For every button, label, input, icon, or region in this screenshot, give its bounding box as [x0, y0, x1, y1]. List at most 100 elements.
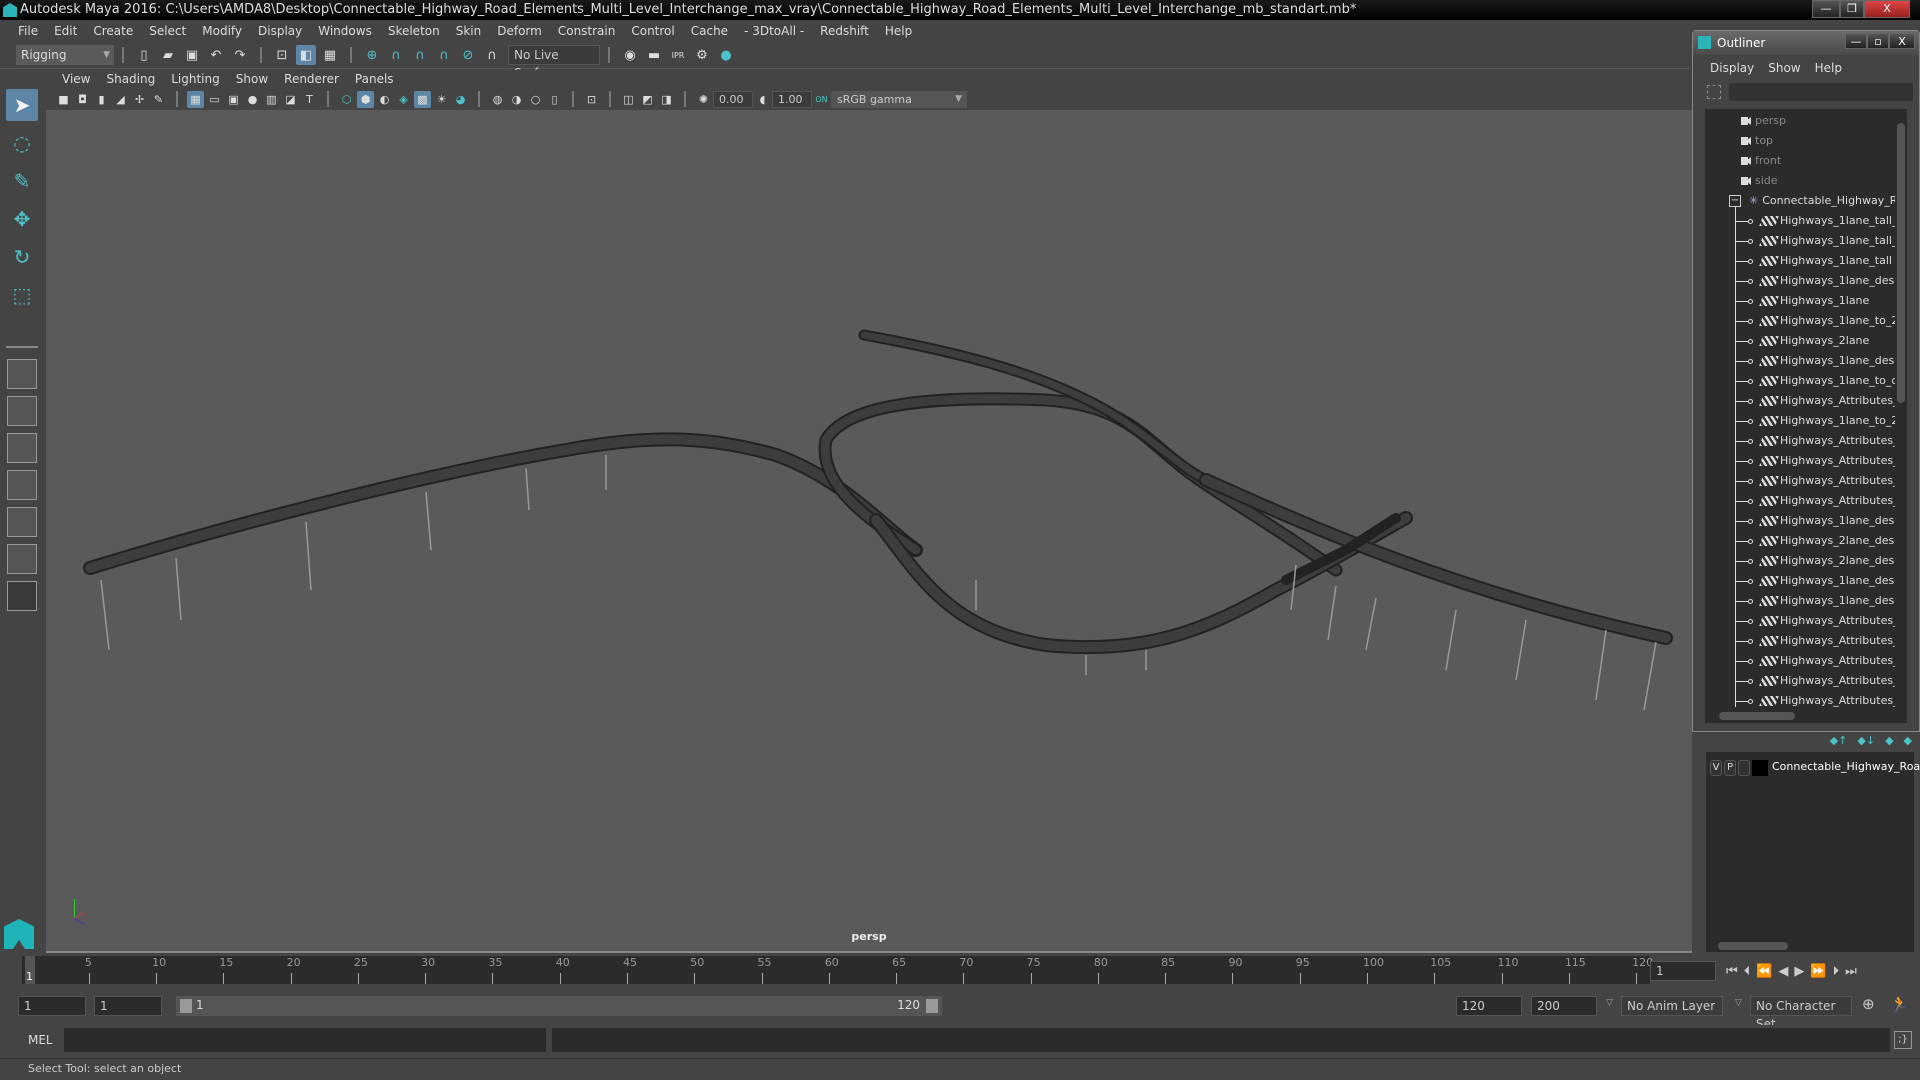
rotate-tool-icon[interactable]: ↻	[6, 241, 38, 273]
outliner-mesh-item[interactable]: Highways_1lane_tall_0	[1759, 231, 1904, 251]
layer-display-type-toggle[interactable]	[1738, 760, 1750, 776]
outliner-menu-help[interactable]: Help	[1808, 61, 1849, 75]
grid-icon[interactable]: ▦	[187, 90, 204, 108]
film-gate-icon[interactable]: ▭	[206, 91, 223, 108]
outliner-camera-item[interactable]: side	[1741, 171, 1778, 191]
field-chart-icon[interactable]: ▥	[263, 91, 280, 108]
outliner-mesh-item[interactable]: Highways_Attributes_E	[1759, 651, 1905, 671]
layout-hypershade-icon[interactable]	[7, 507, 37, 537]
hypershade-icon[interactable]: ●	[716, 45, 736, 65]
outliner-menu-display[interactable]: Display	[1703, 61, 1761, 75]
bookmark-icon[interactable]: ▮	[93, 91, 110, 108]
use-all-lights-icon[interactable]: ☀	[433, 91, 450, 108]
script-editor-icon[interactable]: ;}	[1894, 1031, 1912, 1049]
outliner-mesh-item[interactable]: Highways_Attributes_E	[1759, 631, 1905, 651]
menu-3dtoall[interactable]: - 3DtoAll -	[736, 24, 812, 38]
menu-set-dropdown[interactable]: Rigging	[16, 45, 114, 65]
new-scene-icon[interactable]: ▯	[134, 45, 154, 65]
camera-attributes-icon[interactable]: ◘	[74, 91, 91, 108]
undo-icon[interactable]: ↶	[206, 45, 226, 65]
render-frame-icon[interactable]: ▬	[644, 45, 664, 65]
outliner-vertical-scrollbar[interactable]	[1895, 109, 1907, 709]
vp-menu-shading[interactable]: Shading	[98, 72, 163, 86]
outliner-title-bar[interactable]: Outliner — ▫ X	[1693, 31, 1919, 55]
outliner-mesh-item[interactable]: Highways_1lane_to_2la	[1759, 311, 1905, 331]
snap-curve-icon[interactable]: ∩	[386, 45, 406, 65]
range-slider[interactable]: 1 120	[176, 996, 942, 1016]
new-empty-layer-icon[interactable]: ◆	[1885, 734, 1893, 747]
outliner-mesh-item[interactable]: Highways_Attributes_E	[1759, 691, 1905, 709]
camera-select-icon[interactable]: ■	[55, 91, 72, 108]
xray-joints-icon[interactable]: ◫	[620, 91, 637, 108]
go-to-start-icon[interactable]: ⏮	[1726, 964, 1738, 979]
command-language-label[interactable]: MEL	[28, 1033, 53, 1047]
playhead[interactable]: 1	[25, 956, 35, 984]
outliner-vscroll-thumb[interactable]	[1897, 123, 1905, 403]
maximize-button[interactable]: ❐	[1840, 0, 1864, 18]
layer-playback-toggle[interactable]: P	[1724, 760, 1736, 776]
outliner-mesh-item[interactable]: Highways_1lane_desce	[1759, 591, 1905, 611]
menu-skin[interactable]: Skin	[448, 24, 490, 38]
isolate-select-icon[interactable]: ⊡	[583, 91, 600, 108]
step-forward-key-icon[interactable]: ⏩	[1810, 964, 1826, 979]
layout-four-view-icon[interactable]	[7, 396, 37, 426]
outliner-menu-show[interactable]: Show	[1761, 61, 1807, 75]
layer-visibility-toggle[interactable]: V	[1710, 760, 1722, 776]
render-settings-icon[interactable]: ⚙	[692, 45, 712, 65]
vp-menu-show[interactable]: Show	[228, 72, 276, 86]
multisample-aa-icon[interactable]: ○	[527, 91, 544, 108]
animation-start-field[interactable]: 1	[18, 996, 86, 1016]
menu-edit[interactable]: Edit	[46, 24, 85, 38]
menu-help[interactable]: Help	[877, 24, 920, 38]
more-layouts-icon[interactable]	[7, 581, 37, 611]
menu-windows[interactable]: Windows	[310, 24, 380, 38]
outliner-minimize-button[interactable]: —	[1845, 33, 1867, 49]
outliner-mesh-item[interactable]: Highways_Attributes_E	[1759, 491, 1905, 511]
paint-select-icon[interactable]: ✎	[6, 165, 38, 197]
layout-outliner-persp-icon[interactable]	[7, 433, 37, 463]
ipr-render-icon[interactable]: IPR	[668, 45, 688, 65]
new-layer-selected-icon[interactable]: ◆	[1904, 734, 1912, 747]
vp-menu-lighting[interactable]: Lighting	[163, 72, 228, 86]
range-end-handle[interactable]	[926, 999, 938, 1013]
move-layer-up-icon[interactable]: ◆↑	[1830, 734, 1848, 747]
outliner-mesh-item[interactable]: Highways_1lane_desce	[1759, 571, 1905, 591]
outliner-mesh-item[interactable]: Highways_1lane_desce	[1759, 271, 1905, 291]
outliner-mesh-item[interactable]: Highways_Attributes_E	[1759, 611, 1905, 631]
command-input[interactable]	[64, 1028, 546, 1052]
layer-name[interactable]: Connectable_Highway_Road	[1772, 760, 1920, 773]
collapse-icon[interactable]: −	[1729, 195, 1741, 207]
wireframe-on-shaded-icon[interactable]: ◐	[376, 91, 393, 108]
outliner-mesh-item[interactable]: Highways_2lane	[1759, 331, 1869, 351]
snap-view-plane-icon[interactable]: ∩	[434, 45, 454, 65]
image-plane-icon[interactable]: ◢	[112, 91, 129, 108]
current-frame-field[interactable]: 1	[1650, 961, 1716, 981]
outliner-close-button[interactable]: X	[1889, 33, 1915, 49]
layer-hscrollbar[interactable]	[1706, 940, 1914, 952]
gate-mask-icon[interactable]: ●	[244, 91, 261, 108]
color-space-dropdown[interactable]: sRGB gamma ▼	[831, 90, 967, 108]
exposure-field[interactable]: 0.00	[713, 90, 753, 108]
menu-constrain[interactable]: Constrain	[550, 24, 624, 38]
grease-pencil-icon[interactable]: ✎	[150, 91, 167, 108]
minimize-button[interactable]: —	[1812, 0, 1840, 18]
animation-preferences-icon[interactable]: 🏃	[1890, 995, 1909, 1013]
menu-create[interactable]: Create	[85, 24, 141, 38]
move-tool-icon[interactable]: ✥	[6, 203, 38, 235]
go-to-end-icon[interactable]: ⏭	[1845, 964, 1857, 979]
step-back-frame-icon[interactable]: ⏴	[1744, 964, 1751, 979]
auto-key-icon[interactable]: ⊕	[1862, 995, 1875, 1013]
close-button[interactable]: X	[1864, 0, 1910, 18]
outliner-maximize-button[interactable]: ▫	[1867, 33, 1889, 49]
layout-persp-graph-icon[interactable]	[7, 470, 37, 500]
outliner-horizontal-scrollbar[interactable]	[1705, 709, 1907, 723]
gamma-icon[interactable]: ◖	[754, 91, 771, 108]
wireframe-icon[interactable]: ⬡	[338, 91, 355, 108]
2d-pan-zoom-icon[interactable]: ✢	[131, 91, 148, 108]
menu-file[interactable]: File	[10, 24, 46, 38]
vp-menu-view[interactable]: View	[54, 72, 98, 86]
play-backward-icon[interactable]: ◀	[1778, 964, 1788, 979]
select-component-icon[interactable]: ▦	[320, 45, 340, 65]
gamma-field[interactable]: 1.00	[772, 90, 812, 108]
layer-row[interactable]: V P Connectable_Highway_Road	[1706, 758, 1920, 778]
